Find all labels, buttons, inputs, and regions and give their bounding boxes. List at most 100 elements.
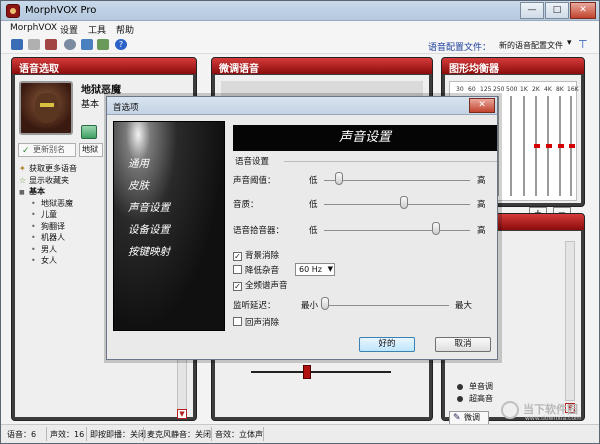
eq-slider-thumb[interactable]: [546, 144, 552, 148]
menu-tools[interactable]: 工具: [88, 23, 106, 36]
tree-item-hell-demon[interactable]: • 地狱恶魔: [19, 198, 77, 210]
maximize-button[interactable]: □: [545, 2, 569, 19]
gear-icon[interactable]: [64, 39, 76, 50]
checkbox-box[interactable]: ✓: [233, 282, 242, 291]
quality-max: 高: [477, 200, 486, 210]
help-icon[interactable]: ?: [115, 39, 127, 50]
scroll-down-icon[interactable]: ▼: [177, 409, 187, 419]
threshold-slider[interactable]: [324, 180, 470, 181]
nav-key-mapping[interactable]: 按键映射: [128, 244, 170, 259]
eq-band-label: 2K: [532, 86, 540, 93]
threshold-max: 高: [477, 176, 486, 186]
tree-label: 获取更多语音: [29, 164, 77, 173]
record-icon[interactable]: [28, 39, 40, 50]
menu-settings[interactable]: 设置: [60, 23, 78, 36]
nav-general[interactable]: 通用: [128, 156, 149, 171]
pickup-slider-thumb[interactable]: [431, 222, 440, 235]
tree-item-man[interactable]: • 男人: [19, 244, 77, 256]
voice-alias-field[interactable]: 地狱: [79, 143, 103, 157]
title-bar[interactable]: MorphVOX Pro — □ ✕: [1, 1, 599, 21]
eq-band-label: 1K: [520, 86, 528, 93]
checkbox-box[interactable]: [233, 317, 242, 326]
ok-button[interactable]: 好的: [359, 337, 415, 352]
full-spectrum-checkbox[interactable]: ✓ 全频谱声音: [233, 279, 288, 291]
checkbox-box[interactable]: ✓: [233, 252, 242, 261]
equalizer-header: 图形均衡器: [442, 58, 584, 75]
monitor-delay-thumb[interactable]: [321, 297, 329, 310]
voice-select-header: 语音选取: [12, 58, 196, 75]
favorite-icon: ☆: [19, 175, 27, 185]
monitor-delay-slider[interactable]: [321, 305, 449, 306]
eq-band-label: 30: [456, 86, 464, 93]
noise-frequency-select[interactable]: 60 Hz ▼: [295, 263, 335, 276]
noise-reduction-checkbox[interactable]: 降低杂音: [233, 264, 279, 276]
status-bar: 语音：6 声效：16 即按即播：关闭 麦克风静音：关闭 音效：立体声: [1, 424, 599, 443]
eq-band-label: 4K: [544, 86, 552, 93]
equalizer-title: 图形均衡器: [449, 64, 499, 75]
pickup-slider[interactable]: [324, 230, 470, 231]
tree-item-favorites[interactable]: ☆ 显示收藏夹: [19, 175, 77, 187]
tree-item-basic[interactable]: ■ 基本: [19, 186, 77, 198]
preset-icon[interactable]: [81, 39, 93, 50]
bullet-icon: •: [31, 221, 36, 231]
chevron-down-icon[interactable]: ▾: [567, 38, 572, 48]
tree-label: 狗翻译: [41, 221, 65, 231]
quality-label: 音质：: [233, 200, 259, 210]
tree-item-robot[interactable]: • 机器人: [19, 232, 77, 244]
nav-device-settings[interactable]: 设备设置: [128, 222, 170, 237]
apply-voice-button[interactable]: [81, 125, 97, 139]
watermark: 当下软件园 www.downxia.com: [501, 401, 597, 423]
preset-select[interactable]: 新的语音配置文件: [499, 40, 563, 51]
dialog-title-bar[interactable]: 首选项 ✕: [107, 97, 497, 115]
nav-skin[interactable]: 皮肤: [128, 178, 149, 193]
menu-morphvox[interactable]: MorphVOX: [10, 23, 57, 33]
echo-cancel-checkbox[interactable]: 回声消除: [233, 316, 279, 328]
effects-icon[interactable]: [45, 39, 57, 50]
voice-library-icon[interactable]: [11, 39, 23, 50]
update-alias-button[interactable]: ✓ 更新别名: [18, 143, 76, 157]
filter-icon[interactable]: ⊤: [578, 38, 588, 51]
star-icon: ✦: [19, 164, 26, 173]
dialog-close-button[interactable]: ✕: [469, 98, 495, 113]
effect-radio-mono-tone[interactable]: 单音调: [457, 381, 493, 392]
eq-slider[interactable]: [510, 96, 512, 196]
quality-slider[interactable]: [324, 204, 470, 205]
tree-label: 地狱恶魔: [41, 198, 73, 208]
effects-scrollbar[interactable]: [565, 241, 575, 401]
sound-icon[interactable]: [97, 39, 109, 50]
tree-label: 女人: [41, 256, 57, 265]
checkbox-label: 全频谱声音: [245, 281, 288, 291]
quality-slider-thumb[interactable]: [399, 196, 408, 209]
checkbox-box[interactable]: [233, 265, 242, 274]
update-alias-label: 更新别名: [33, 145, 65, 154]
minimize-button[interactable]: —: [520, 2, 544, 19]
bullet-icon: •: [31, 198, 36, 208]
menu-help[interactable]: 帮助: [116, 23, 134, 36]
eq-slider-thumb[interactable]: [569, 144, 575, 148]
tree-item-woman[interactable]: • 女人: [19, 255, 77, 267]
close-button[interactable]: ✕: [570, 2, 596, 19]
watermark-url: www.downxia.com: [525, 415, 581, 422]
background-cancel-checkbox[interactable]: ✓ 背景消除: [233, 249, 279, 261]
cancel-button[interactable]: 取消: [435, 337, 491, 352]
threshold-slider-thumb[interactable]: [335, 172, 344, 185]
tune-slider-thumb[interactable]: [303, 365, 311, 379]
sound-settings-content: 声音设置 语音设置 声音阈值： 低 高 音质： 低 高 语音拾音器： 低 高 ✓…: [229, 121, 497, 357]
radio-label: 超高音: [469, 394, 493, 403]
eq-slider-thumb[interactable]: [534, 144, 540, 148]
tune-slider-track[interactable]: [251, 371, 391, 373]
pickup-min: 低: [309, 226, 318, 236]
nav-sound-settings[interactable]: 声音设置: [128, 200, 170, 215]
window-title: MorphVOX Pro: [25, 5, 97, 16]
effect-radio-ultra-high[interactable]: 超高音: [457, 393, 493, 404]
eq-band-label: 16K: [567, 86, 579, 93]
eq-slider-thumb[interactable]: [558, 144, 564, 148]
tune-effect-button[interactable]: ✎ 微调: [449, 411, 489, 425]
tree-item-dog[interactable]: • 狗翻译: [19, 221, 77, 233]
preset-label: 语音配置文件：: [428, 43, 492, 53]
status-effect-count: 声效：16: [50, 430, 85, 439]
eq-slider[interactable]: [523, 96, 525, 196]
tree-item-child[interactable]: • 儿童: [19, 209, 77, 221]
tree-item-get-more[interactable]: ✦ 获取更多语音: [19, 163, 77, 175]
checkbox-label: 降低杂音: [245, 266, 280, 276]
